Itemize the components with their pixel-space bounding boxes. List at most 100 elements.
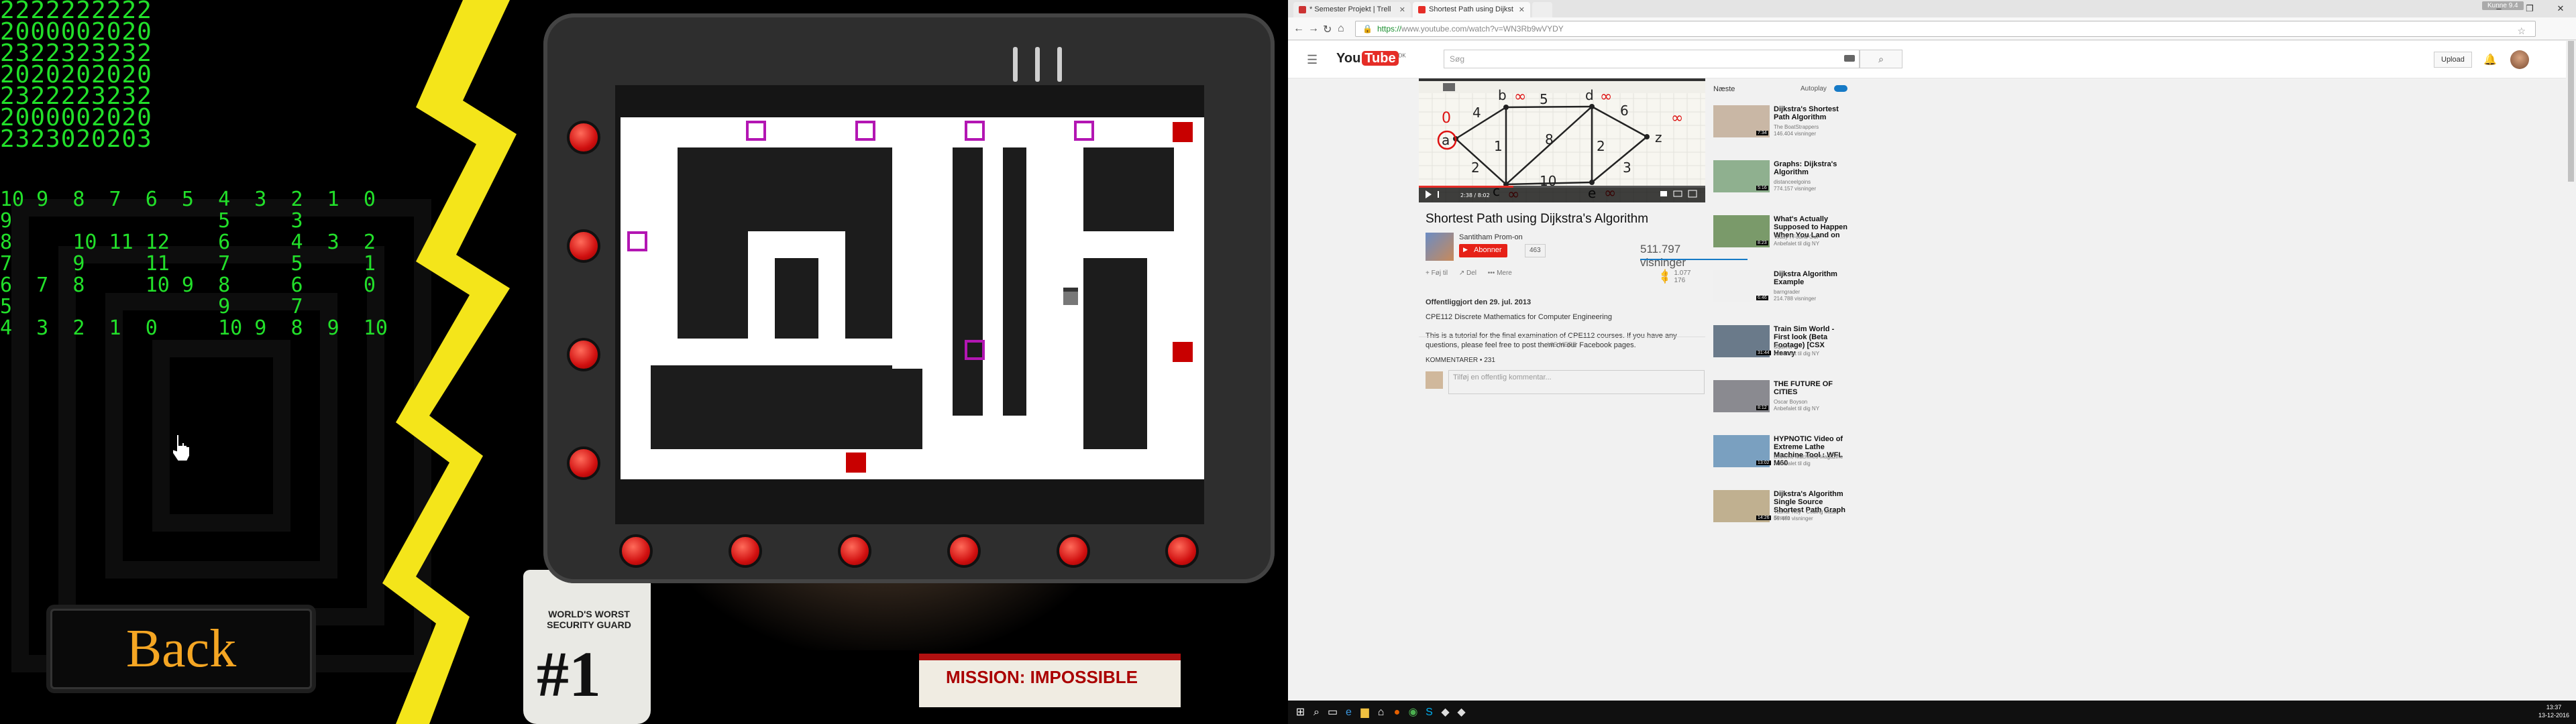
close-window-icon[interactable]: ✕ [2545, 0, 2576, 17]
search-input[interactable]: Søg [1444, 50, 1860, 68]
edge-icon[interactable]: e [1340, 704, 1357, 721]
maximize-icon[interactable]: ❐ [2514, 0, 2545, 17]
search-icon: ⌕ [1878, 54, 1884, 64]
maze-red-button[interactable] [567, 446, 600, 480]
bookmark-star-icon[interactable]: ☆ [2517, 23, 2526, 38]
forward-arrow-icon[interactable]: → [1308, 23, 1319, 35]
like-count: 1.077 [1674, 269, 1691, 277]
subscribe-button[interactable]: Abonner [1459, 244, 1507, 257]
back-button-label: Back [125, 619, 237, 678]
thumbs-down-icon[interactable]: 👎 [1660, 277, 1668, 284]
task-view-icon[interactable]: ▭ [1324, 704, 1341, 721]
recommendation-views: 146.404 visninger [1774, 131, 1817, 137]
comment-input[interactable]: Tilføj en offentlig kommentar... [1448, 370, 1705, 394]
video-duration: 13:02 [1756, 461, 1771, 465]
windows-icon[interactable]: ⊞ [1292, 704, 1309, 721]
share-button[interactable]: ↗ Del [1459, 269, 1477, 277]
recommendation-item[interactable]: 5:16 Graphs: Dijkstra's Algorithm distance… [1713, 160, 1847, 214]
youtube-logo[interactable]: You Tube DK [1336, 51, 1406, 66]
maze-goal [1173, 342, 1193, 362]
action-row: + Føj til ↗ Del ••• Mere [1426, 269, 1521, 277]
new-tab-button[interactable] [1532, 2, 1552, 17]
upload-button[interactable]: Upload [2434, 52, 2472, 68]
maze-red-button[interactable] [567, 229, 600, 263]
home-icon[interactable]: ⌂ [1338, 23, 1344, 35]
recommendation-views: Anbefalet til dig NY [1774, 351, 1820, 357]
search-placeholder: Søg [1450, 54, 1465, 64]
recommendation-item[interactable]: 14:26 Dijkstra's Algorithm Single Source … [1713, 490, 1847, 544]
video-title: Shortest Path using Dijkstra's Algorithm [1426, 212, 1649, 226]
page-scrollbar[interactable] [2566, 41, 2576, 711]
tab-trello[interactable]: * Semester Projekt | Trell ✕ [1293, 2, 1411, 17]
game-window: 2222222222 2000002020 2322323232 2020202020… [0, 0, 1288, 724]
more-button[interactable]: ••• Mere [1488, 269, 1512, 277]
taskbar-clock[interactable]: 13:37 13-12-2016 [2538, 703, 2569, 719]
search-button[interactable]: ⌕ [1860, 50, 1902, 68]
scrollbar-thumb[interactable] [2568, 41, 2574, 182]
search-icon[interactable]: ⌕ [1308, 704, 1325, 721]
lock-icon: 🔒 [1362, 24, 1373, 34]
channel-name[interactable]: Santitham Prom-on [1459, 233, 1523, 241]
mug-text: WORLD'S WORST SECURITY GUARD [547, 609, 631, 630]
edge-weight: 2 [1597, 138, 1605, 154]
progress-fill [1419, 186, 1513, 188]
maze-red-button[interactable] [729, 534, 762, 568]
maze-red-button[interactable] [1057, 534, 1090, 568]
close-tab-icon[interactable]: ✕ [1519, 5, 1525, 14]
distance-label: 0 [1442, 110, 1451, 127]
bell-icon[interactable]: 🔔 [2483, 53, 2497, 66]
app-icon[interactable]: ◆ [1437, 704, 1454, 721]
distance-label: ∞ [1600, 88, 1612, 105]
address-bar[interactable]: 🔒 https://www.youtube.com/watch?v=WN3Rb9… [1355, 21, 2536, 37]
close-tab-icon[interactable]: ✕ [1399, 5, 1405, 14]
settings-icon[interactable] [1660, 191, 1667, 196]
recommendation-title[interactable]: Graphs: Dijkstra's Algorithm [1774, 160, 1847, 176]
skype-icon[interactable]: S [1421, 704, 1438, 721]
maze-red-button[interactable] [838, 534, 871, 568]
back-button[interactable]: Back [50, 609, 312, 689]
app-icon-2[interactable]: ◆ [1453, 704, 1470, 721]
keyboard-icon[interactable] [1844, 55, 1855, 62]
recommendation-title[interactable]: Dijkstra Algorithm Example [1774, 270, 1847, 286]
chrome-icon[interactable]: ◉ [1405, 704, 1421, 721]
firefox-icon[interactable]: ● [1389, 704, 1405, 721]
thumbs-up-icon[interactable]: 👍 [1660, 269, 1668, 277]
player-robot [1063, 290, 1078, 305]
hand-cursor-icon [172, 434, 191, 462]
recommendation-item[interactable]: 13:02 HYPNOTIC Video of Extreme Lathe Mac… [1713, 435, 1847, 489]
maze-goal [846, 452, 866, 473]
maze-red-button[interactable] [567, 121, 600, 154]
explorer-icon[interactable]: ▆ [1356, 704, 1373, 721]
recommendation-views: 214.788 visninger [1774, 296, 1817, 302]
pen-tool-icon[interactable] [1443, 83, 1455, 91]
back-arrow-icon[interactable]: ← [1293, 23, 1304, 35]
recommendation-item[interactable]: 6:46 Dijkstra Algorithm Example barngrader… [1713, 270, 1847, 324]
recommendation-title[interactable]: THE FUTURE OF CITIES [1774, 380, 1847, 396]
recommendation-channel: Today I Found Out [1774, 234, 1818, 240]
reload-icon[interactable]: ↻ [1323, 23, 1332, 36]
watch-info: Shortest Path using Dijkstra's Algorithm… [1419, 202, 1748, 712]
distance-label: ∞ [1671, 110, 1683, 127]
hamburger-menu-icon[interactable]: ☰ [1307, 53, 1318, 67]
recommendation-title[interactable]: Dijkstra's Shortest Path Algorithm [1774, 105, 1847, 121]
video-player[interactable]: a b c d e z 4 5 6 1 8 2 2 10 3 0 ∞ ∞ ∞ [1419, 78, 1705, 202]
dislike-count: 176 [1674, 277, 1686, 284]
recommendation-item[interactable]: 8:23 What's Actually Supposed to Happen W… [1713, 215, 1847, 269]
autoplay-toggle[interactable] [1834, 85, 1847, 92]
recommendation-item[interactable]: 31:44 Train Sim World - First look (Beta … [1713, 325, 1847, 379]
minimize-icon[interactable]: – [2483, 0, 2514, 17]
tab-youtube[interactable]: Shortest Path using Dijkst ✕ [1413, 2, 1530, 17]
maze-red-button[interactable] [619, 534, 653, 568]
maze-red-button[interactable] [567, 338, 600, 371]
next-icon[interactable] [1438, 191, 1439, 198]
recommendation-item[interactable]: 7:34 Dijkstra's Shortest Path Algorithm Th… [1713, 105, 1847, 159]
recommendation-item[interactable]: 8:12 THE FUTURE OF CITIES Oscar Boyson Anbe… [1713, 380, 1847, 434]
recommendation-views: Anbefalet til dig NY [1774, 406, 1820, 412]
store-icon[interactable]: ⌂ [1373, 704, 1389, 721]
maze-red-button[interactable] [947, 534, 981, 568]
add-to-button[interactable]: + Føj til [1426, 269, 1448, 277]
show-more-button[interactable]: VIS MERE [1419, 337, 1705, 348]
avatar[interactable] [2510, 50, 2529, 69]
channel-avatar[interactable] [1426, 233, 1454, 261]
maze-red-button[interactable] [1165, 534, 1199, 568]
